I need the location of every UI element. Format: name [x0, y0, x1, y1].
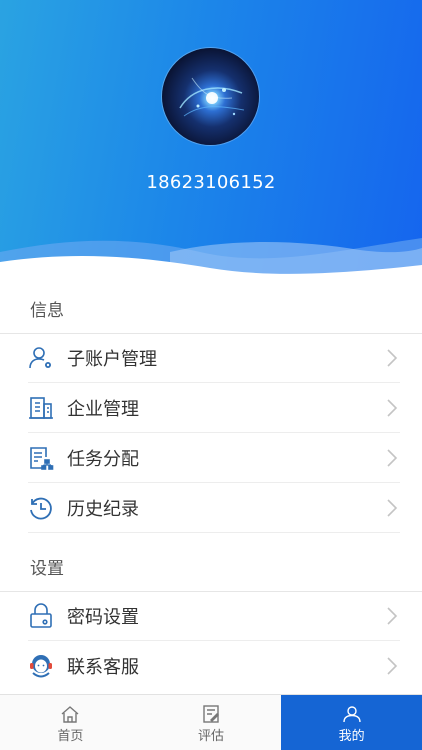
chevron-right-icon [386, 656, 398, 676]
menu-item-customer-service[interactable]: 联系客服 [0, 641, 422, 691]
menu-item-task-assign[interactable]: 任务分配 [0, 433, 422, 483]
header-wave [0, 238, 422, 285]
tab-evaluate[interactable]: 评估 [141, 695, 282, 750]
chevron-right-icon [386, 448, 398, 468]
tab-mine[interactable]: 我的 [281, 695, 422, 750]
tab-bar: 首页 评估 我的 [0, 694, 422, 750]
menu-label: 历史纪录 [67, 499, 139, 520]
menu-label: 企业管理 [67, 399, 139, 420]
profile-header: 18623106152 [0, 0, 422, 285]
menu-item-password[interactable]: 密码设置 [0, 591, 422, 641]
chevron-right-icon [386, 606, 398, 626]
menu-item-enterprise[interactable]: 企业管理 [0, 383, 422, 433]
chevron-right-icon [386, 348, 398, 368]
building-icon [28, 395, 54, 421]
task-assign-icon [28, 445, 54, 471]
section-title-settings: 设置 [30, 559, 64, 579]
section-title-info: 信息 [30, 301, 64, 321]
menu-item-history[interactable]: 历史纪录 [0, 483, 422, 533]
chevron-right-icon [386, 498, 398, 518]
tab-label: 我的 [338, 729, 365, 744]
chevron-right-icon [386, 398, 398, 418]
divider [28, 532, 400, 533]
menu-item-sub-account[interactable]: 子账户管理 [0, 333, 422, 383]
tab-label: 首页 [57, 729, 84, 744]
customer-service-icon [28, 653, 54, 679]
menu-label: 联系客服 [67, 657, 139, 678]
lock-icon [28, 603, 54, 629]
history-icon [28, 495, 54, 521]
home-icon [60, 705, 80, 727]
evaluate-icon [201, 705, 221, 727]
menu-label: 任务分配 [67, 449, 139, 470]
tab-home[interactable]: 首页 [0, 695, 141, 750]
menu-label: 密码设置 [67, 607, 139, 628]
menu-label: 子账户管理 [67, 349, 157, 370]
tab-label: 评估 [198, 729, 225, 744]
user-icon [342, 705, 362, 727]
sub-account-icon [28, 345, 54, 371]
